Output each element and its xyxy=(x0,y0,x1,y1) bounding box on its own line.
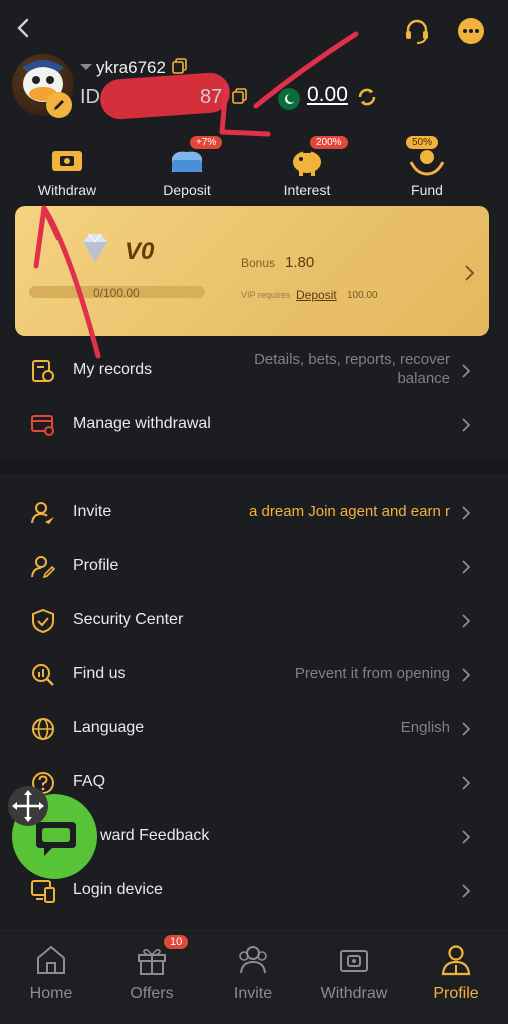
tab-withdraw[interactable]: Withdraw xyxy=(304,931,404,1024)
fund-badge: 50% xyxy=(406,136,439,149)
tab-offers[interactable]: 10 Offers xyxy=(102,931,202,1024)
withdraw-ticket-icon xyxy=(52,151,82,171)
vip-progress-text: 0/100.00 xyxy=(93,286,140,300)
account-switch-caret-icon[interactable] xyxy=(80,64,92,70)
tab-label: Invite xyxy=(233,985,273,1002)
menu-my-records[interactable]: My records Details, bets, reports, recov… xyxy=(0,344,508,398)
menu-label: Profile xyxy=(73,557,119,574)
profile-edit-icon xyxy=(31,556,56,579)
bonus-label: Bonus xyxy=(241,256,276,270)
chevron-right-icon xyxy=(462,560,471,574)
users-icon xyxy=(239,946,267,974)
menu-label: Invite xyxy=(73,503,112,520)
menu-value: Prevent it from opening xyxy=(294,665,450,682)
deposit-wallet-icon xyxy=(172,151,202,172)
vip-level: V0 xyxy=(125,238,155,265)
vip-deposit-link[interactable]: Deposit xyxy=(296,288,337,302)
chevron-left-icon[interactable] xyxy=(12,16,36,40)
move-arrows-icon xyxy=(12,790,44,822)
copy-id-icon[interactable] xyxy=(232,88,248,104)
quick-withdraw-label: Withdraw xyxy=(37,182,97,198)
chevron-right-icon xyxy=(462,830,471,844)
profile-header: ykra6762 ID: 87 0.00 xyxy=(0,50,508,130)
currency-flag-icon xyxy=(278,88,300,110)
menu-manage-withdrawal[interactable]: Manage withdrawal xyxy=(0,398,508,452)
card-settings-icon xyxy=(31,415,54,436)
vip-deposit-amount: 100.00 xyxy=(347,290,378,301)
user-id-fragment: 87 xyxy=(200,86,223,108)
menu-label: ward Feedback xyxy=(100,827,210,844)
piggy-bank-icon xyxy=(293,150,321,176)
tab-label: Home xyxy=(29,985,73,1002)
chevron-right-icon xyxy=(462,614,471,628)
menu-value: English xyxy=(400,719,450,736)
chevron-right-icon xyxy=(462,722,471,736)
quick-withdraw[interactable]: Withdraw xyxy=(12,140,122,202)
tab-label: Withdraw xyxy=(320,985,388,1002)
offers-badge: 10 xyxy=(164,935,189,949)
quick-fund-label: Fund xyxy=(411,182,443,198)
menu-value: Details, bets, reports, recover balance xyxy=(254,351,450,387)
menu-language[interactable]: Language English xyxy=(0,702,508,756)
deposit-badge: +7% xyxy=(190,136,223,149)
menu-find-us[interactable]: Find us Prevent it from opening xyxy=(0,648,508,702)
refresh-balance-icon[interactable] xyxy=(356,86,378,108)
chevron-right-icon[interactable] xyxy=(463,264,475,282)
chat-dots-icon[interactable] xyxy=(456,16,486,46)
fund-hands-icon xyxy=(409,150,445,176)
headset-icon[interactable] xyxy=(402,16,432,46)
tab-invite[interactable]: Invite xyxy=(203,931,303,1024)
quick-interest-label: Interest xyxy=(283,182,331,198)
chevron-right-icon xyxy=(462,418,471,432)
invite-user-icon xyxy=(31,502,54,524)
username: ykra6762 xyxy=(96,58,166,77)
wallet-balance[interactable]: 0.00 xyxy=(307,83,348,107)
menu-label: Login device xyxy=(73,881,163,898)
menu-label: Language xyxy=(73,719,145,736)
move-handle[interactable] xyxy=(8,786,48,826)
interest-badge: 200% xyxy=(310,136,348,149)
diamond-icon xyxy=(83,233,107,262)
chevron-right-icon xyxy=(462,506,471,520)
chevron-right-icon xyxy=(462,884,471,898)
gift-icon xyxy=(138,948,166,975)
section-divider xyxy=(0,460,508,474)
menu-label: Manage withdrawal xyxy=(73,415,211,432)
quick-deposit-label: Deposit xyxy=(163,182,211,198)
quick-actions: Withdraw +7% Deposit 200% Interest 50% F… xyxy=(0,136,508,202)
menu-label: Find us xyxy=(73,665,126,682)
edit-avatar-icon[interactable] xyxy=(46,92,72,118)
tab-label: Offers xyxy=(130,985,174,1002)
chevron-right-icon xyxy=(462,776,471,790)
vip-requires-label: VIP requires xyxy=(241,290,291,300)
menu-security-center[interactable]: Security Center xyxy=(0,594,508,648)
vip-card[interactable]: V0 0/100.00 Bonus 1.80 VIP requires Depo… xyxy=(15,206,489,336)
withdraw-ticket-icon xyxy=(340,950,368,972)
records-icon xyxy=(32,360,54,382)
quick-interest[interactable]: 200% Interest xyxy=(252,136,362,202)
devices-icon xyxy=(31,880,55,903)
quick-deposit[interactable]: +7% Deposit xyxy=(132,136,242,202)
bottom-tab-bar: Home 10 Offers Invite Withdraw Profile xyxy=(0,930,508,1024)
home-icon xyxy=(37,945,65,974)
copy-username-icon[interactable] xyxy=(172,58,188,74)
bonus-value: 1.80 xyxy=(285,254,315,271)
tab-label: Profile xyxy=(433,985,479,1002)
menu-label: Security Center xyxy=(73,611,184,628)
profile-icon xyxy=(441,945,471,976)
search-icon xyxy=(32,664,54,686)
quick-fund[interactable]: 50% Fund xyxy=(372,136,482,202)
menu-profile[interactable]: Profile xyxy=(0,540,508,594)
menu-label: My records xyxy=(73,361,153,378)
menu-value: a dream Join agent and earn r xyxy=(249,503,450,520)
chevron-right-icon xyxy=(462,668,471,682)
shield-icon xyxy=(32,608,54,634)
globe-icon xyxy=(32,718,54,740)
tab-profile[interactable]: Profile xyxy=(406,931,506,1024)
chevron-right-icon xyxy=(462,364,471,378)
menu-invite[interactable]: Invite a dream Join agent and earn r xyxy=(0,486,508,540)
menu-label: FAQ xyxy=(73,773,106,790)
tab-home[interactable]: Home xyxy=(1,931,101,1024)
